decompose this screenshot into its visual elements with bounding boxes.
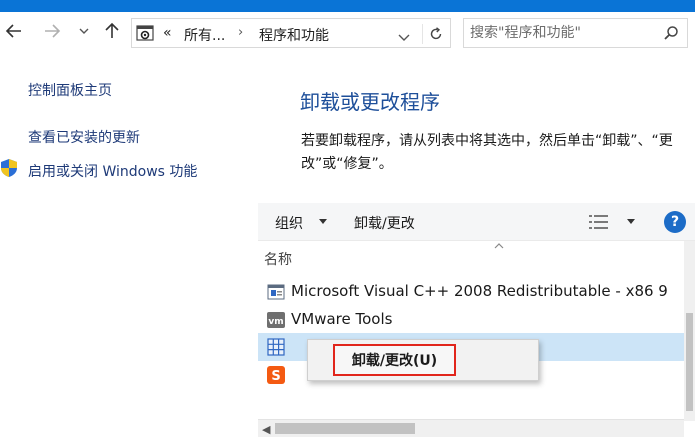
- search-box[interactable]: [463, 18, 688, 48]
- context-menu: 卸载/更改(U): [307, 339, 539, 381]
- program-name: VMware Tools: [291, 310, 393, 328]
- breadcrumb-separator-icon: ›: [238, 25, 244, 40]
- list-item[interactable]: Microsoft Visual C++ 2008 Redistributabl…: [258, 278, 684, 306]
- shield-icon: [1, 159, 17, 177]
- sort-ascending-icon: [494, 243, 504, 249]
- address-dropdown-button[interactable]: [398, 27, 410, 46]
- sidebar-item-installed-updates[interactable]: 查看已安装的更新: [28, 127, 140, 147]
- svg-text:S: S: [271, 369, 280, 384]
- breadcrumb-programs-features[interactable]: 程序和功能: [259, 25, 329, 45]
- forward-arrow-icon: [45, 24, 61, 38]
- horizontal-scrollbar[interactable]: ◀: [258, 419, 684, 437]
- programs-list: 名称 Microsoft Visual C++ 2008 Redistribut…: [258, 241, 695, 421]
- back-button[interactable]: [3, 20, 25, 42]
- column-header-name[interactable]: 名称: [264, 249, 292, 269]
- address-bar[interactable]: « 所有... › 程序和功能: [131, 18, 451, 48]
- refresh-button[interactable]: [422, 24, 448, 44]
- program-name: Microsoft Visual C++ 2008 Redistributabl…: [291, 282, 668, 300]
- svg-text:vm: vm: [268, 317, 283, 327]
- breadcrumb-all-items[interactable]: 所有...: [184, 25, 225, 45]
- page-title: 卸载或更改程序: [300, 90, 440, 114]
- back-arrow-icon: [5, 24, 21, 38]
- recent-locations-button[interactable]: [76, 20, 92, 42]
- sidebar-item-control-panel-home[interactable]: 控制面板主页: [28, 80, 112, 100]
- horizontal-scroll-thumb[interactable]: [275, 423, 415, 434]
- chevron-down-icon: [79, 28, 89, 34]
- control-panel-icon: [136, 25, 154, 41]
- page-description: 若要卸载程序，请从列表中将其选中，然后单击“卸载”、“更改”或“修复”。: [301, 133, 673, 172]
- sogou-icon: S: [267, 366, 285, 384]
- organize-dropdown-icon: [319, 219, 327, 224]
- vertical-scrollbar[interactable]: [684, 241, 695, 421]
- installer-icon: [267, 284, 285, 300]
- list-item[interactable]: vm VMware Tools: [258, 306, 684, 334]
- help-button[interactable]: ?: [664, 211, 686, 233]
- uninstall-change-button[interactable]: 卸载/更改: [354, 213, 415, 233]
- window-title-bar: [0, 0, 695, 12]
- context-menu-uninstall-change[interactable]: 卸载/更改(U): [333, 344, 456, 376]
- search-icon: [664, 26, 678, 40]
- scroll-left-icon[interactable]: ◀: [262, 423, 270, 436]
- app-grid-icon: [267, 338, 285, 356]
- breadcrumb-overflow[interactable]: «: [163, 25, 172, 41]
- view-details-icon[interactable]: [589, 214, 609, 230]
- chevron-down-icon: [398, 34, 410, 41]
- up-arrow-icon: [105, 22, 119, 38]
- refresh-icon: [430, 27, 441, 40]
- search-input[interactable]: [470, 23, 650, 43]
- list-toolbar: 组织 卸载/更改 ?: [258, 203, 695, 241]
- organize-button[interactable]: 组织: [275, 213, 303, 233]
- up-button[interactable]: [101, 20, 123, 42]
- vertical-scroll-thumb[interactable]: [686, 313, 693, 411]
- sidebar-item-windows-features[interactable]: 启用或关闭 Windows 功能: [28, 161, 197, 181]
- vmware-icon: vm: [267, 312, 285, 328]
- forward-button[interactable]: [41, 20, 63, 42]
- view-options-dropdown-icon[interactable]: [627, 219, 635, 224]
